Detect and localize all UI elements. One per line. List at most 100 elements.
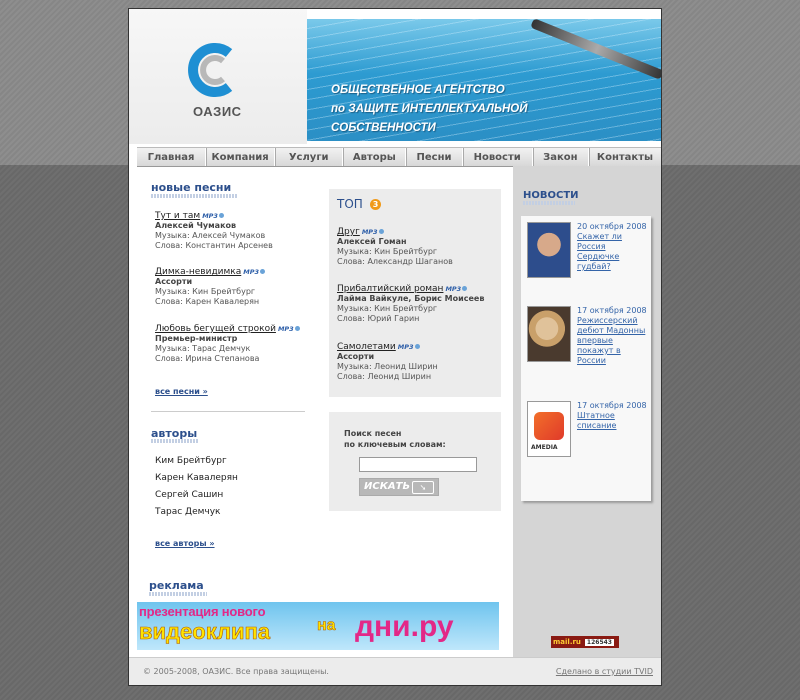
search-button[interactable]: ИСКАТЬ ➘	[359, 478, 439, 496]
banner-line-2: по ЗАЩИТЕ ИНТЕЛЛЕКТУАЛЬНОЙ	[331, 103, 528, 115]
page: ОАЗИС ОБЩЕСТВЕННОЕ АГЕНТСТВО по ЗАЩИТЕ И…	[128, 8, 662, 686]
top-song-item: Прибалтийский роман MP3 Лайма Вайкуле, Бо…	[337, 284, 484, 324]
new-songs-heading: новые песни	[151, 181, 232, 194]
top-heading: ТОП	[337, 197, 363, 211]
mp3-play-icon[interactable]	[462, 286, 468, 291]
mp3-badge[interactable]: MP3	[243, 268, 259, 276]
header: ОАЗИС ОБЩЕСТВЕННОЕ АГЕНТСТВО по ЗАЩИТЕ И…	[129, 9, 661, 144]
news-item: 17 октября 2008 Режиссерский дебют Мадон…	[577, 306, 649, 366]
ad-line-1: презентация нового	[139, 604, 266, 619]
news-date: 17 октября 2008	[577, 306, 647, 315]
mp3-badge[interactable]: MP3	[362, 228, 378, 236]
search-button-label: ИСКАТЬ	[364, 481, 411, 492]
song-lyrics-credit: Слова: Константин Арсенев	[155, 241, 273, 250]
nav-item-songs[interactable]: Песни	[406, 148, 463, 166]
nav-item-company[interactable]: Компания	[206, 148, 276, 166]
song-artist: Лайма Вайкуле, Борис Моисеев	[337, 294, 485, 303]
news-thumbnail[interactable]: AMEDIA	[527, 401, 571, 457]
search-label-line-1: Поиск песен	[344, 429, 402, 438]
news-heading: НОВОСТИ	[523, 190, 579, 201]
song-artist: Алексей Чумаков	[155, 221, 237, 230]
new-song-item: Любовь бегущей строкой MP3 Премьер-минист…	[155, 324, 300, 364]
song-title-link[interactable]: Друг	[337, 227, 360, 237]
song-artist: Алексей Гоман	[337, 237, 407, 246]
news-item: 17 октября 2008 Штатное списание	[577, 401, 649, 431]
new-song-item: Тут и там MP3 Алексей Чумаков Музыка: Але…	[155, 211, 273, 251]
copyright: © 2005-2008, ОАЗИС. Все права защищены.	[143, 667, 329, 676]
nav-item-services[interactable]: Услуги	[275, 148, 344, 166]
top-songs-box: ТОП 3 Друг MP3 Алексей Гоман Музыка: Кин …	[329, 189, 501, 397]
top-count-badge: 3	[370, 199, 381, 210]
footer: © 2005-2008, ОАЗИС. Все права защищены. …	[129, 657, 661, 685]
nav-item-home[interactable]: Главная	[137, 148, 207, 166]
logo-text: ОАЗИС	[193, 104, 242, 119]
song-title-link[interactable]: Самолетами	[337, 342, 396, 352]
author-link[interactable]: Сергей Сашин	[155, 490, 223, 500]
mp3-badge[interactable]: MP3	[398, 343, 414, 351]
ad-line-3: на	[317, 617, 336, 635]
mp3-badge[interactable]: MP3	[445, 285, 461, 293]
main-content: новые песни Тут и там MP3 Алексей Чумаков…	[137, 169, 511, 657]
song-search-box: Поиск песен по ключевым словам: ИСКАТЬ ➘	[329, 412, 501, 511]
heading-decoration	[523, 201, 575, 205]
new-song-item: Димка-невидимка MP3 Ассорти Музыка: Кин Б…	[155, 267, 266, 307]
news-thumbnail[interactable]	[527, 222, 571, 278]
song-music-credit: Музыка: Кин Брейтбург	[337, 247, 438, 256]
nav-item-authors[interactable]: Авторы	[343, 148, 407, 166]
author-link[interactable]: Ким Брейтбург	[155, 456, 227, 466]
divider	[151, 411, 305, 412]
song-lyrics-credit: Слова: Александр Шаганов	[337, 257, 453, 266]
news-panel: 20 октября 2008 Скажет ли Россия Сердючк…	[521, 216, 651, 501]
song-artist: Премьер-министр	[155, 334, 238, 343]
ad-line-2: видеоклипа	[139, 619, 271, 645]
studio-link[interactable]: Сделано в студии TVID	[556, 667, 653, 676]
news-item: 20 октября 2008 Скажет ли Россия Сердючк…	[577, 222, 649, 272]
song-title-link[interactable]: Тут и там	[155, 211, 200, 221]
song-title-link[interactable]: Прибалтийский роман	[337, 284, 443, 294]
mp3-badge[interactable]: MP3	[278, 325, 294, 333]
all-songs-link[interactable]: все песни »	[155, 387, 208, 396]
counter-brand: mail.ru	[553, 638, 581, 646]
news-thumbnail[interactable]	[527, 306, 571, 362]
song-title-link[interactable]: Димка-невидимка	[155, 267, 241, 277]
song-music-credit: Музыка: Кин Брейтбург	[337, 304, 438, 313]
news-date: 20 октября 2008	[577, 222, 647, 231]
search-label-line-2: по ключевым словам:	[344, 440, 446, 449]
ads-heading: реклама	[149, 579, 204, 592]
song-lyrics-credit: Слова: Леонид Ширин	[337, 372, 432, 381]
mp3-play-icon[interactable]	[414, 344, 420, 349]
song-lyrics-credit: Слова: Ирина Степанова	[155, 354, 260, 363]
song-title-link[interactable]: Любовь бегущей строкой	[155, 324, 276, 334]
amedia-logo-icon	[534, 412, 564, 440]
heading-decoration	[149, 592, 207, 596]
news-title-link[interactable]: Штатное списание	[577, 411, 649, 431]
mp3-play-icon[interactable]	[294, 326, 300, 331]
arrow-right-icon: ➘	[412, 481, 434, 494]
nav-item-contacts[interactable]: Контакты	[589, 148, 661, 166]
nav-item-news[interactable]: Новости	[463, 148, 533, 166]
all-authors-link[interactable]: все авторы »	[155, 539, 215, 548]
mp3-badge[interactable]: MP3	[202, 212, 218, 220]
author-link[interactable]: Тарас Демчук	[155, 507, 221, 517]
main-nav: Главная Компания Услуги Авторы Песни Нов…	[137, 147, 661, 167]
ad-banner[interactable]: презентация нового видеоклипа на дни.ру	[137, 602, 499, 650]
counter-value: 126543	[584, 638, 614, 646]
mp3-play-icon[interactable]	[260, 269, 266, 274]
mp3-play-icon[interactable]	[378, 229, 384, 234]
logo-area[interactable]: ОАЗИС	[129, 9, 307, 144]
song-artist: Ассорти	[155, 277, 193, 286]
nav-item-law[interactable]: Закон	[533, 148, 589, 166]
heading-decoration	[151, 194, 237, 198]
header-banner: ОБЩЕСТВЕННОЕ АГЕНТСТВО по ЗАЩИТЕ ИНТЕЛЛЕ…	[307, 19, 661, 141]
news-date: 17 октября 2008	[577, 401, 647, 410]
author-link[interactable]: Карен Кавалерян	[155, 473, 238, 483]
banner-line-3: СОБСТВЕННОСТИ	[331, 122, 436, 134]
search-input[interactable]	[359, 457, 477, 472]
mailru-counter[interactable]: mail.ru 126543	[551, 636, 619, 648]
mp3-play-icon[interactable]	[218, 213, 224, 218]
song-lyrics-credit: Слова: Юрий Гарин	[337, 314, 420, 323]
top-song-item: Самолетами MP3 Ассорти Музыка: Леонид Шир…	[337, 342, 438, 382]
news-title-link[interactable]: Скажет ли Россия Сердючке гудбай?	[577, 232, 649, 272]
banner-slogan: ОБЩЕСТВЕННОЕ АГЕНТСТВО по ЗАЩИТЕ ИНТЕЛЛЕ…	[331, 81, 661, 138]
news-title-link[interactable]: Режиссерский дебют Мадонны впервые покаж…	[577, 316, 649, 366]
